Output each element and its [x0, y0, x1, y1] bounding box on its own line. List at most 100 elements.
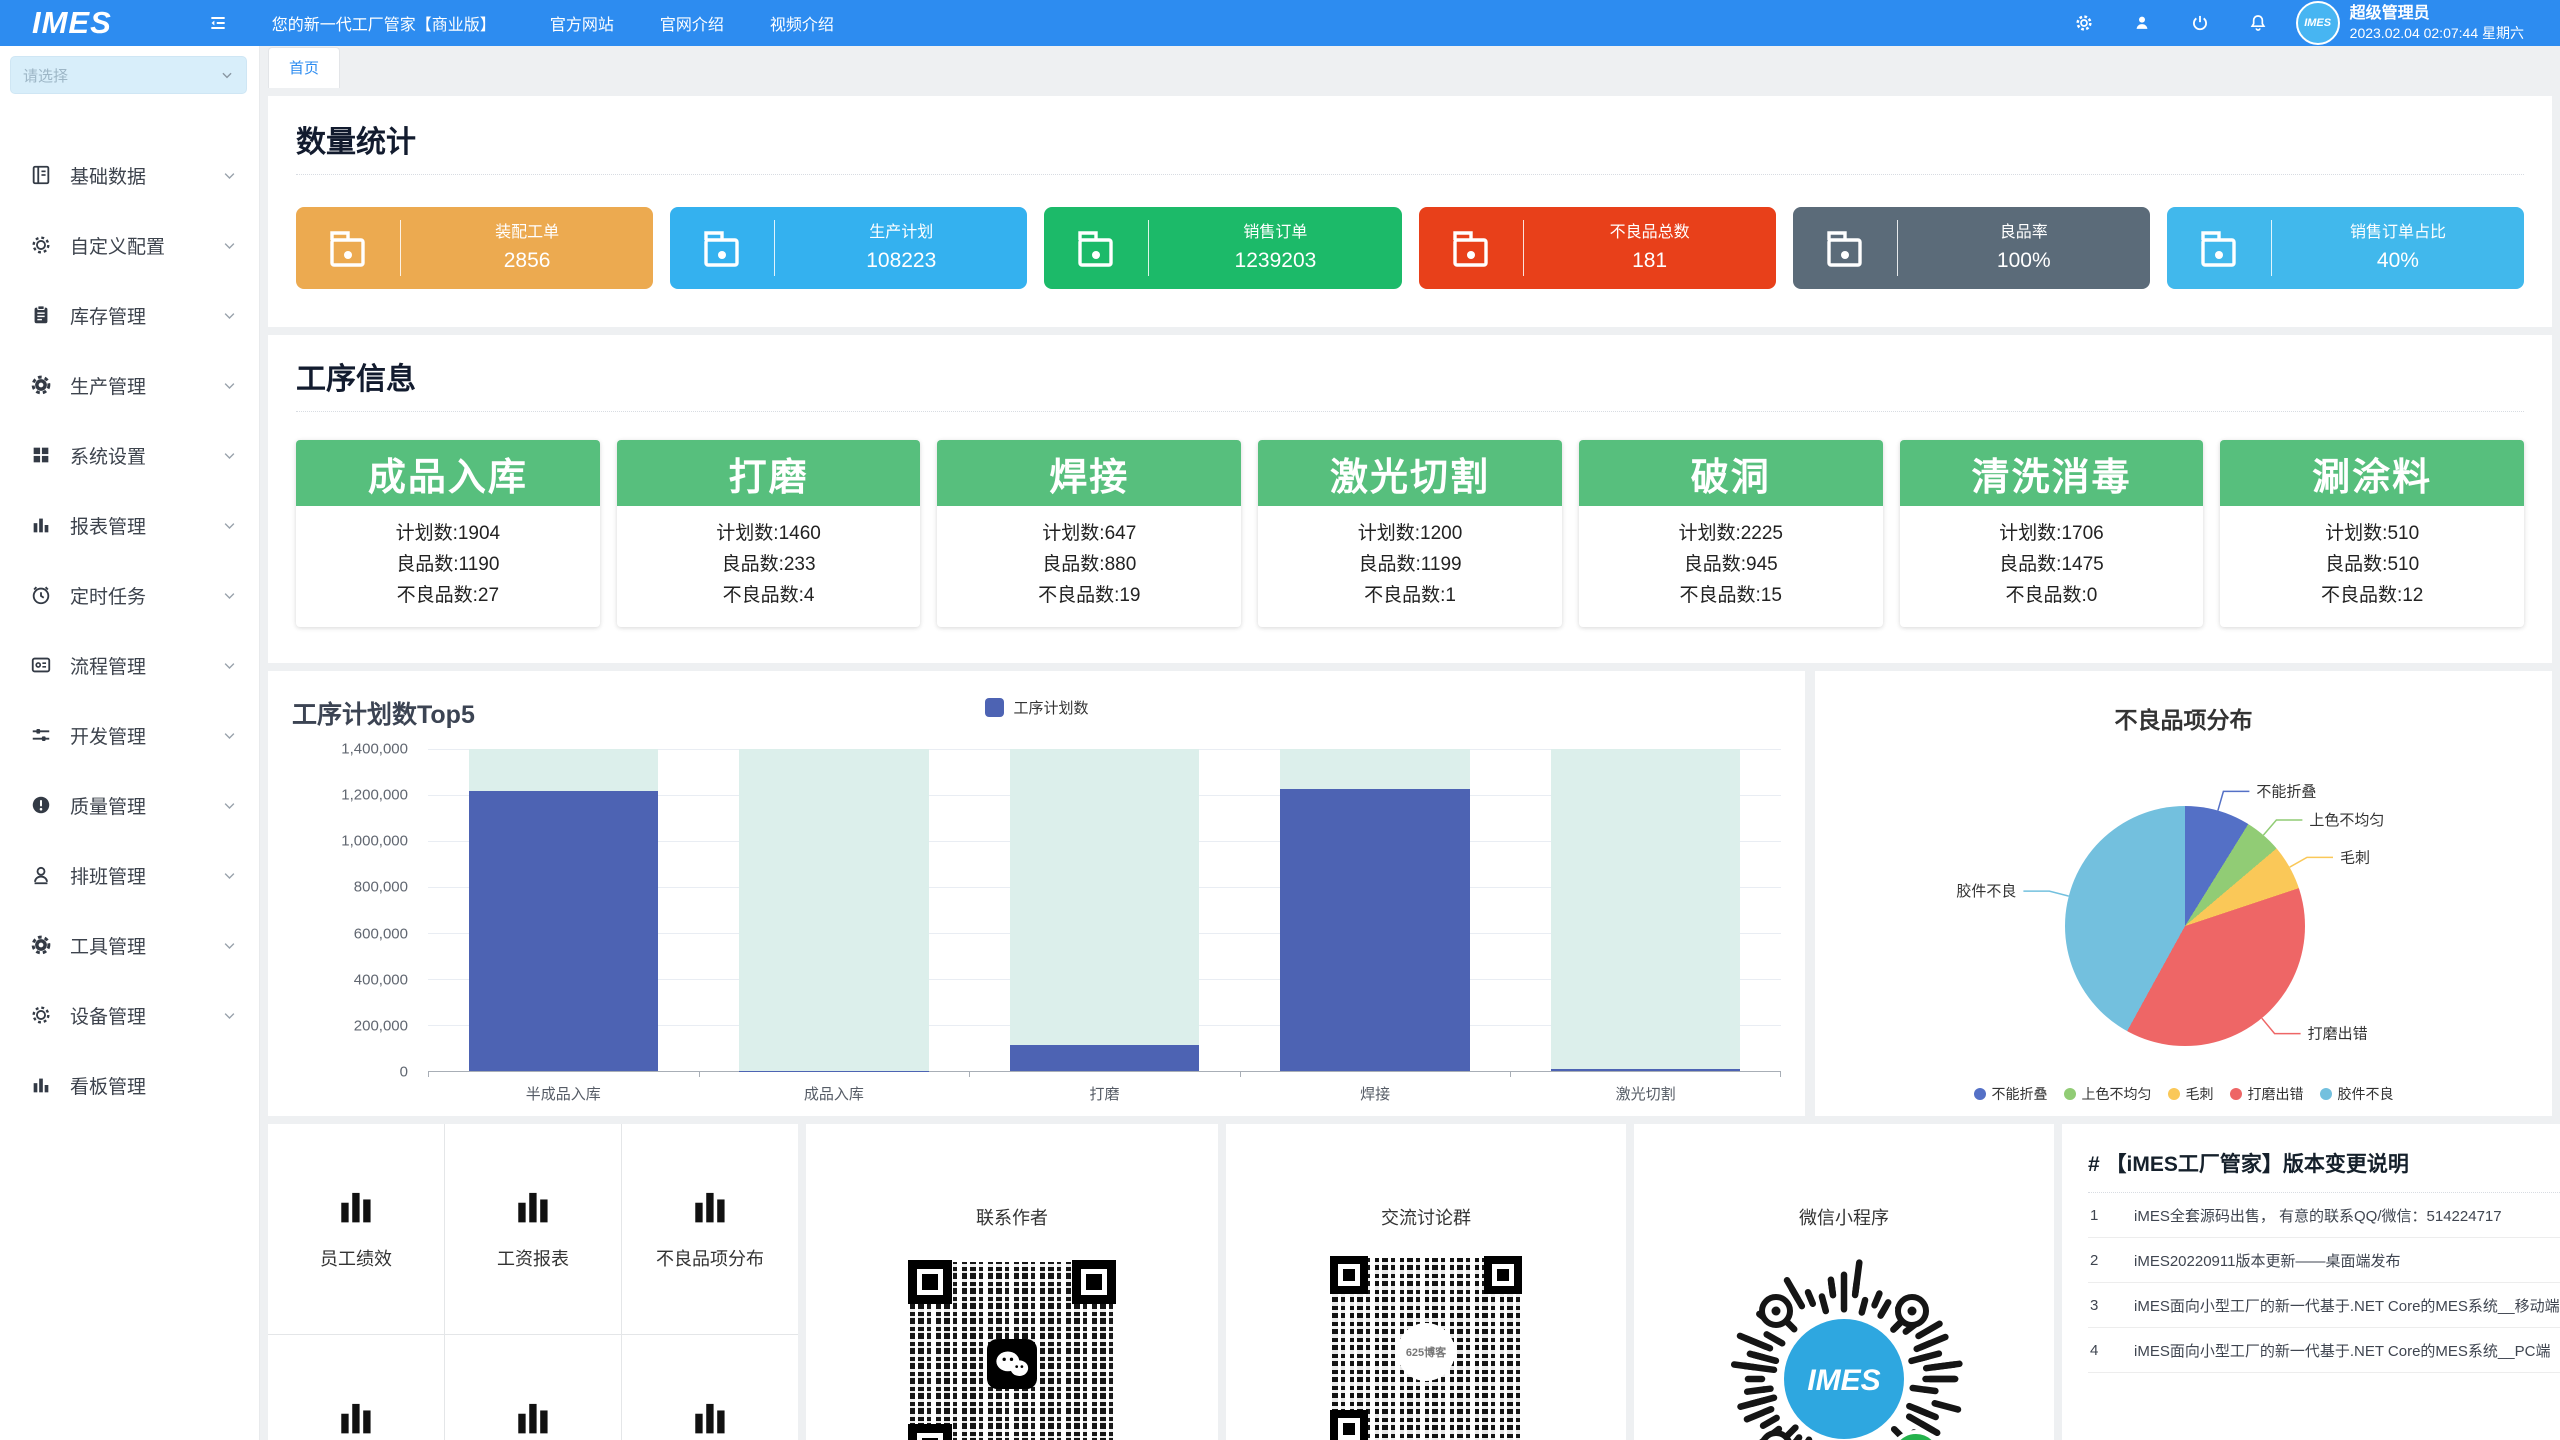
header-nav: 官方网站 官网介绍 视频介绍: [550, 11, 834, 35]
sidebar-item-inventory[interactable]: 库存管理: [0, 280, 259, 350]
avatar-text: IMES: [2304, 17, 2331, 29]
sidebar-item-custom-config[interactable]: 自定义配置: [0, 210, 259, 280]
stat-card-body: 良品率100%: [1898, 223, 2150, 272]
stat-label: 销售订单占比: [2272, 223, 2524, 242]
process-name: 打磨: [617, 440, 921, 506]
changelog-text: iMES面向小型工厂的新一代基于.NET Core的MES系统__移动端: [2134, 1295, 2560, 1316]
legend-dot: [2230, 1088, 2242, 1100]
miniapp-panel: 微信小程序 IMES: [1634, 1124, 2054, 1440]
bar-chart-icon: [513, 1188, 553, 1229]
folder-icon: [670, 224, 774, 272]
avatar[interactable]: IMES: [2296, 1, 2340, 45]
nav-item-0[interactable]: 官方网站: [550, 11, 614, 35]
sidebar-item-kanban[interactable]: 看板管理: [0, 1050, 259, 1120]
bell-icon[interactable]: [2248, 13, 2268, 33]
axis-tick: [1510, 1071, 1511, 1077]
changelog-row: 1iMES全套源码出售， 有意的联系QQ/微信：514224717: [2088, 1193, 2560, 1238]
process-stat-line: 良品数:1190: [296, 549, 600, 580]
bar-column: 打磨: [969, 749, 1240, 1071]
sidebar-item-label: 基础数据: [70, 162, 146, 189]
axis-tick: [1780, 1071, 1781, 1077]
grid-icon: [30, 444, 52, 466]
stat-card-body: 生产计划108223: [775, 223, 1027, 272]
changelog-title: # 【iMES工厂管家】版本变更说明: [2088, 1148, 2560, 1178]
process-stat-line: 不良品数:27: [296, 580, 600, 611]
report-tile-1[interactable]: 工资报表: [445, 1124, 621, 1334]
sidebar-item-shift[interactable]: 排班管理: [0, 840, 259, 910]
stat-card: 生产计划108223: [670, 207, 1027, 289]
user-icon[interactable]: [2132, 13, 2152, 33]
bar: [1551, 1069, 1740, 1071]
bar-chart-legend[interactable]: 工序计划数: [984, 697, 1088, 718]
menu-fold-icon[interactable]: [208, 13, 228, 33]
pie-slice-label: 毛刺: [2340, 849, 2370, 866]
changelog-text: iMES面向小型工厂的新一代基于.NET Core的MES系统__PC端: [2134, 1340, 2560, 1361]
qr-finder: [908, 1424, 952, 1440]
report-tile-label: 工资报表: [497, 1245, 569, 1271]
sidebar-item-quality[interactable]: 质量管理: [0, 770, 259, 840]
report-tile-5[interactable]: 产量统计: [622, 1335, 798, 1440]
report-tiles-panel: 员工绩效工资报表 不良品项分布不良品项汇总生产报表产量统计: [268, 1124, 798, 1440]
y-tick-label: 0: [400, 1064, 408, 1081]
pie-legend-item[interactable]: 打磨出错: [2230, 1084, 2304, 1104]
legend-label: 毛刺: [2186, 1084, 2214, 1104]
module-select[interactable]: 请选择: [10, 56, 247, 94]
stat-value: 2856: [401, 248, 653, 273]
pie-legend-item[interactable]: 胶件不良: [2320, 1084, 2394, 1104]
alert-circle-icon: [30, 794, 52, 816]
y-tick-label: 800,000: [354, 879, 408, 896]
changelog-number: 2: [2088, 1252, 2134, 1269]
sidebar-item-production[interactable]: 生产管理: [0, 350, 259, 420]
settings-gear-icon[interactable]: [2074, 13, 2094, 33]
sidebar-item-equipment[interactable]: 设备管理: [0, 980, 259, 1050]
process-stats: 计划数:1460良品数:233不良品数:4: [617, 506, 921, 627]
pie-slice-label: 胶件不良: [1956, 883, 2016, 900]
process-stat-line: 计划数:1706: [1900, 518, 2204, 549]
folder-icon: [1793, 224, 1897, 272]
sidebar-item-tools[interactable]: 工具管理: [0, 910, 259, 980]
nav-item-2[interactable]: 视频介绍: [770, 11, 834, 35]
changelog-text: iMES全套源码出售， 有意的联系QQ/微信：514224717: [2134, 1205, 2560, 1226]
pie-slice-label: 打磨出错: [2308, 1026, 2368, 1043]
sidebar-item-scheduled-tasks[interactable]: 定时任务: [0, 560, 259, 630]
sidebar-item-system-settings[interactable]: 系统设置: [0, 420, 259, 490]
pie-label-line: [2262, 1018, 2301, 1033]
sidebar-item-base-data[interactable]: 基础数据: [0, 140, 259, 210]
folder-icon: [296, 224, 400, 272]
sidebar-item-reports[interactable]: 报表管理: [0, 490, 259, 560]
sidebar-item-label: 系统设置: [70, 442, 146, 469]
report-tile-3[interactable]: 不良品项汇总: [268, 1335, 444, 1440]
changelog-row: 4iMES面向小型工厂的新一代基于.NET Core的MES系统__PC端: [2088, 1328, 2560, 1373]
sidebar-item-workflow[interactable]: 流程管理: [0, 630, 259, 700]
pie-legend-item[interactable]: 上色不均匀: [2064, 1084, 2152, 1104]
contact-qr-code: [908, 1260, 1116, 1440]
report-tile-2[interactable]: 不良品项分布: [622, 1124, 798, 1334]
bar-column: 激光切割: [1510, 749, 1781, 1071]
pie-label-line: [2023, 891, 2068, 896]
pie-chart: [2065, 806, 2305, 1046]
stat-label: 销售订单: [1149, 223, 1401, 242]
divider: [296, 174, 2524, 175]
report-tile-4[interactable]: 生产报表: [445, 1335, 621, 1440]
divider: [296, 411, 2524, 412]
stat-value: 40%: [2272, 248, 2524, 273]
power-icon[interactable]: [2190, 13, 2210, 33]
process-stat-line: 计划数:1904: [296, 518, 600, 549]
tab-home[interactable]: 首页: [268, 47, 340, 88]
folder-icon: [1044, 224, 1148, 272]
sidebar-item-development[interactable]: 开发管理: [0, 700, 259, 770]
y-tick-label: 600,000: [354, 925, 408, 942]
bar-chart-icon: [30, 514, 52, 536]
pie-legend-item[interactable]: 不能折叠: [1974, 1084, 2048, 1104]
axis-tick: [969, 1071, 970, 1077]
changelog-panel: # 【iMES工厂管家】版本变更说明 1iMES全套源码出售， 有意的联系QQ/…: [2062, 1124, 2560, 1440]
stat-card-body: 装配工单2856: [401, 223, 653, 272]
stat-value: 1239203: [1149, 248, 1401, 273]
process-name: 清洗消毒: [1900, 440, 2204, 506]
nav-item-1[interactable]: 官网介绍: [660, 11, 724, 35]
pie-legend-item[interactable]: 毛刺: [2168, 1084, 2214, 1104]
process-stat-line: 不良品数:0: [1900, 580, 2204, 611]
axis-tick: [1240, 1071, 1241, 1077]
axis-tick: [428, 1071, 429, 1077]
report-tile-0[interactable]: 员工绩效: [268, 1124, 444, 1334]
